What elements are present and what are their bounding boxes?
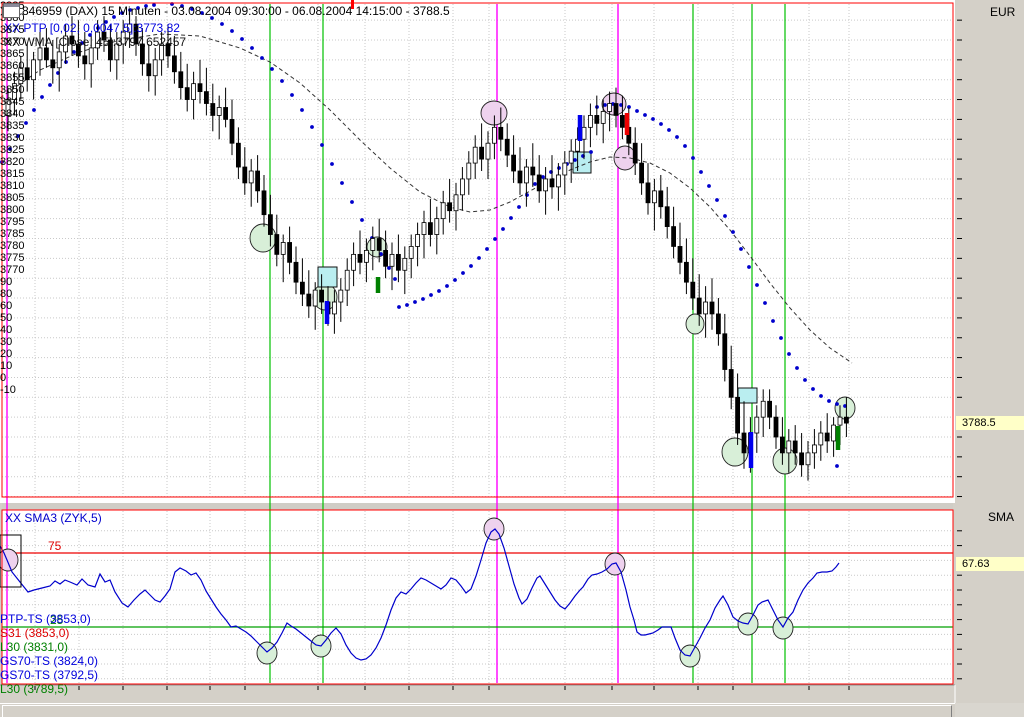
window-pin-icon[interactable] bbox=[2, 3, 20, 18]
oscillator-axis[interactable] bbox=[955, 503, 1024, 685]
h-scrollbar[interactable] bbox=[0, 703, 955, 717]
scrollbar-corner bbox=[955, 703, 1024, 717]
scrollbar-thumb[interactable] bbox=[2, 705, 952, 717]
price-axis[interactable] bbox=[955, 0, 1024, 503]
chart-window: 846959 (DAX) 15 Minuten - 03.08.2004 09:… bbox=[0, 0, 1024, 717]
chart-canvas[interactable] bbox=[0, 0, 1024, 717]
time-axis[interactable] bbox=[0, 685, 1024, 703]
